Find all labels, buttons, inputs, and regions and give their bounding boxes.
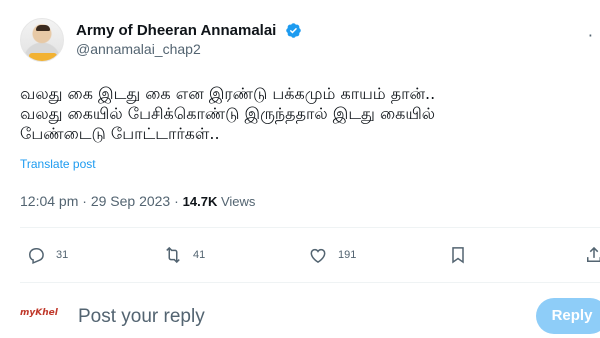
like-count: 191 [338,249,357,261]
tweet-line: பேண்டைடு போட்டார்கள்.. [20,124,220,143]
reply-button[interactable]: 31 [26,244,68,266]
repost-count: 41 [193,249,206,261]
action-bar: 31 41 191 [20,240,600,270]
views-count[interactable]: 14.7K [183,194,218,209]
reply-submit-button[interactable]: Reply [536,298,600,334]
heart-icon [310,248,326,263]
reply-input[interactable]: Post your reply [78,306,205,328]
user-avatar[interactable]: myKhel [20,308,60,322]
share-icon [587,246,600,262]
reply-icon [28,248,44,265]
avatar-uniform-badge [29,53,57,61]
tweet-line: வலது கையில் பேசிக்கொண்டு இருந்ததால் இடது… [20,104,436,123]
avatar-hair [36,25,50,31]
like-button[interactable]: 191 [308,244,356,266]
tweet-header: Army of Dheeran Annamalai @annamalai_cha… [20,12,600,64]
bookmark-button[interactable] [448,244,468,266]
repost-button[interactable]: 41 [163,244,205,266]
tweet-line: வலது கை இடது கை என இரண்டு பக்கமும் காயம்… [20,84,436,103]
timestamp[interactable]: 12:04 pm · 29 Sep 2023 · [20,193,183,209]
author-display-name[interactable]: Army of Dheeran Annamalai [76,22,276,39]
tweet-text: வலது கை இடது கை என இரண்டு பக்கமும் காயம்… [20,84,590,144]
translate-post-link[interactable]: Translate post [20,157,96,171]
author-avatar[interactable] [20,18,64,62]
reply-composer: myKhel Post your reply Reply [20,296,600,338]
divider [20,227,600,228]
divider [20,282,600,283]
author-handle[interactable]: @annamalai_chap2 [76,41,302,57]
views-label: Views [217,194,256,209]
verified-badge-icon [286,23,302,38]
tweet-meta: 12:04 pm · 29 Sep 2023 · 14.7K Views [20,193,255,209]
repost-icon [166,246,180,264]
more-options-icon[interactable]: · [588,26,594,45]
bookmark-icon [452,247,464,264]
author-names: Army of Dheeran Annamalai @annamalai_cha… [76,20,302,57]
share-button[interactable] [584,244,600,266]
reply-count: 31 [56,249,69,261]
